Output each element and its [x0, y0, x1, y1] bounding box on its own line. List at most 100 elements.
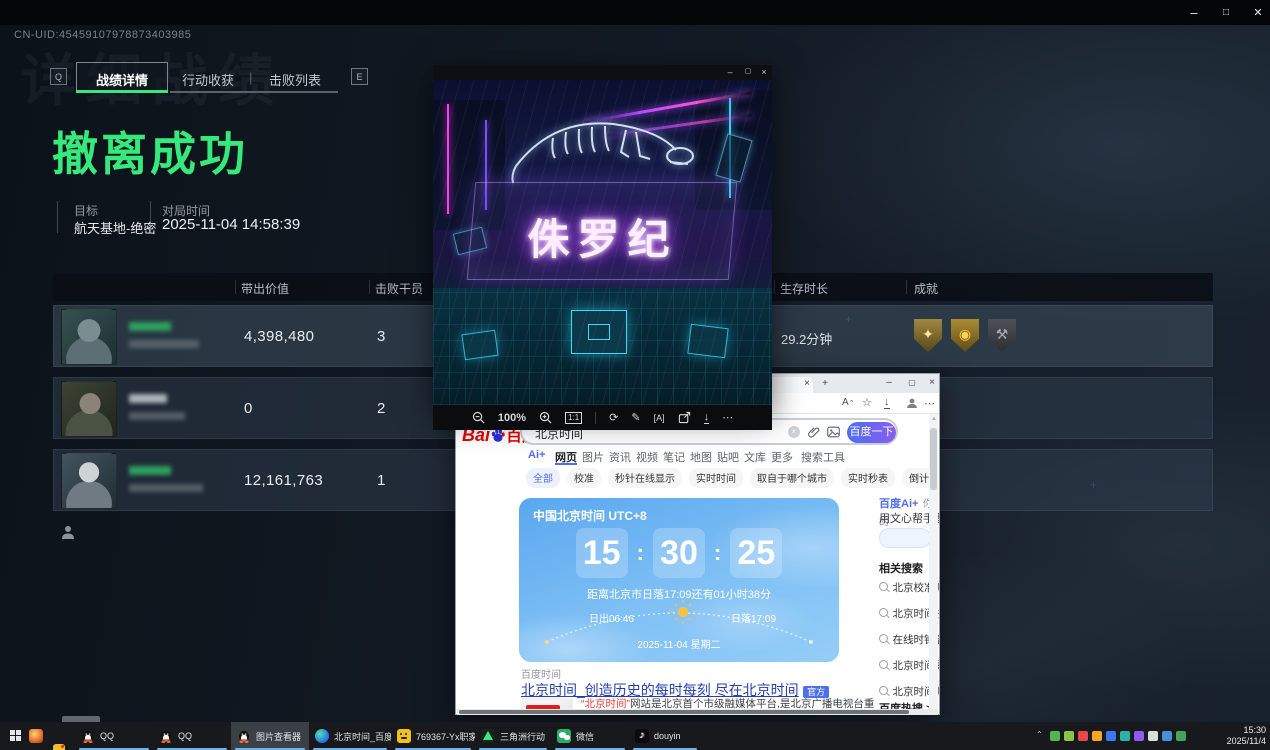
taskbar-item-douyin[interactable]: ♪ douyin: [629, 722, 701, 750]
rain-overlay: [433, 80, 772, 405]
tray-icon[interactable]: [1064, 731, 1074, 741]
tray-icon[interactable]: [1162, 731, 1172, 741]
tray-icon[interactable]: [1050, 731, 1060, 741]
image-viewer-window: – ▢ ×: [433, 65, 772, 410]
filter-chips-row: 全部 校准 秒针在线显示 实时时间 取自于哪个城市 实时秒表 倒计时 显示器 遭…: [526, 468, 931, 488]
search-result-title[interactable]: 北京时间_创造历史的每时每刻 尽在北京时间 官方: [521, 680, 829, 700]
avatar: [61, 453, 117, 509]
clock-minutes: 30: [653, 528, 705, 578]
download-icon[interactable]: ↓: [704, 412, 710, 424]
taskbar-item-wechat[interactable]: 微信: [551, 722, 629, 750]
pinned-app-icon[interactable]: [53, 744, 65, 750]
extracted-value: 0: [244, 400, 253, 417]
game-minimize-icon[interactable]: –: [1186, 6, 1202, 20]
profile-icon[interactable]: [906, 397, 918, 409]
taskbar-item-qq[interactable]: QQ: [75, 722, 153, 750]
share-icon[interactable]: [678, 411, 691, 424]
chip[interactable]: 取自于哪个城市: [750, 468, 834, 488]
scroll-up-icon[interactable]: ▲: [931, 416, 937, 422]
nav-ai[interactable]: Ai+: [528, 449, 545, 461]
chip[interactable]: 倒计时: [902, 468, 931, 488]
nav-wenku[interactable]: 文库: [744, 449, 766, 465]
nav-video[interactable]: 视频: [636, 449, 658, 465]
nav-search-tools[interactable]: 搜索工具: [801, 449, 845, 465]
achievement-star-badge-icon[interactable]: ✦: [914, 319, 942, 352]
nav-tieba[interactable]: 贴吧: [717, 449, 739, 465]
attachment-icon[interactable]: [808, 426, 820, 438]
horizontal-scrollbar[interactable]: [457, 709, 938, 715]
more-menu-icon[interactable]: ⋯: [924, 397, 935, 410]
tray-icon[interactable]: [1134, 731, 1144, 741]
tray-clock[interactable]: 15:30 2025/11/4: [1210, 725, 1266, 747]
tray-icon[interactable]: [1106, 731, 1116, 741]
taskbar-item-delta-force[interactable]: 三角洲行动: [475, 722, 551, 750]
actual-size-icon[interactable]: 1:1: [565, 412, 582, 424]
zoom-out-icon[interactable]: [472, 411, 485, 424]
vertical-scrollbar[interactable]: ▲: [929, 414, 938, 709]
bg-plus-deco: +: [845, 312, 852, 326]
game-maximize-icon[interactable]: □: [1218, 6, 1234, 20]
nav-notes[interactable]: 笔记: [663, 449, 685, 465]
nav-maps[interactable]: 地图: [690, 449, 712, 465]
scrollbar-thumb[interactable]: [930, 428, 937, 490]
new-tab-icon[interactable]: +: [818, 376, 832, 392]
browser-maximize-icon[interactable]: ▢: [905, 375, 919, 391]
douyin-icon: ♪: [635, 729, 649, 743]
image-search-icon[interactable]: [827, 426, 840, 438]
clock-date: 2025-11-04 星期二: [519, 636, 839, 651]
more-icon[interactable]: ⋯: [722, 412, 733, 424]
col-survival: 生存时长: [780, 280, 828, 297]
zoom-in-icon[interactable]: [539, 411, 552, 424]
nav-images[interactable]: 图片: [582, 449, 604, 465]
viewer-close-icon[interactable]: ×: [757, 65, 771, 79]
qq-icon: [81, 729, 95, 743]
favorite-star-icon[interactable]: ☆: [862, 396, 872, 409]
extraction-result-title: 撤离成功: [52, 118, 248, 184]
baidu-page: Bai百度 北京时间 × 百度一下 Ai+ 网页 图片 资讯 视频 笔记 地图 …: [456, 414, 939, 714]
clear-input-icon[interactable]: ×: [788, 426, 800, 438]
zoom-level[interactable]: 100%: [498, 412, 526, 424]
chip[interactable]: 实时秒表: [841, 468, 895, 488]
tab-close-icon[interactable]: ×: [800, 376, 814, 392]
tab-track: [170, 91, 338, 93]
tray-chevron-icon[interactable]: ⌃: [1036, 730, 1043, 739]
sidebar-ai-input[interactable]: [879, 528, 931, 548]
chip[interactable]: 秒针在线显示: [608, 468, 682, 488]
viewer-image[interactable]: 侏罗纪: [433, 80, 772, 405]
achievement-medal-badge-icon[interactable]: ◉: [951, 319, 979, 352]
viewer-minimize-icon[interactable]: –: [723, 65, 737, 79]
chip-all[interactable]: 全部: [526, 468, 560, 488]
start-button-icon[interactable]: [10, 730, 21, 741]
taskbar-item-edge-baidu[interactable]: 北京时间_百度搜索...: [309, 722, 391, 750]
tray-icon[interactable]: [1120, 731, 1130, 741]
browser-minimize-icon[interactable]: –: [882, 375, 896, 391]
taskbar-item-769367[interactable]: 769367-Yx职家社: [391, 722, 475, 750]
tray-icon[interactable]: [1078, 731, 1088, 741]
viewer-maximize-icon[interactable]: ▢: [741, 65, 755, 79]
game-close-icon[interactable]: ✕: [1250, 6, 1266, 20]
download-icon[interactable]: ↓: [884, 396, 890, 409]
kills-value: 2: [377, 400, 386, 417]
ocr-icon[interactable]: [A]: [654, 412, 665, 424]
scrollbar-thumb[interactable]: [459, 710, 909, 714]
achievement-hammer-badge-icon[interactable]: ⚒: [988, 319, 1016, 352]
chip[interactable]: 校准: [567, 468, 601, 488]
read-aloud-icon[interactable]: A⌃: [842, 397, 855, 408]
edit-pen-icon[interactable]: ✎: [631, 412, 640, 424]
taskbar-item-qq-2[interactable]: QQ: [153, 722, 231, 750]
taskbar-item-image-viewer[interactable]: 图片查看器: [231, 722, 309, 750]
nav-news[interactable]: 资讯: [609, 449, 631, 465]
tray-icon[interactable]: [1092, 731, 1102, 741]
browser-close-icon[interactable]: ×: [925, 375, 939, 391]
game-launcher-icon[interactable]: [29, 729, 43, 743]
tab-kill-list[interactable]: 击败列表: [269, 70, 321, 89]
tray-time: 15:30: [1210, 725, 1266, 736]
tab-loot[interactable]: 行动收获: [182, 70, 234, 89]
player-name-censored: [129, 322, 171, 331]
tray-icon[interactable]: [1148, 731, 1158, 741]
baidu-search-button[interactable]: 百度一下: [847, 422, 896, 443]
tray-icon[interactable]: [1176, 731, 1186, 741]
nav-more[interactable]: 更多: [771, 449, 793, 465]
chip[interactable]: 实时时间: [689, 468, 743, 488]
rotate-icon[interactable]: ⟳: [609, 412, 618, 424]
